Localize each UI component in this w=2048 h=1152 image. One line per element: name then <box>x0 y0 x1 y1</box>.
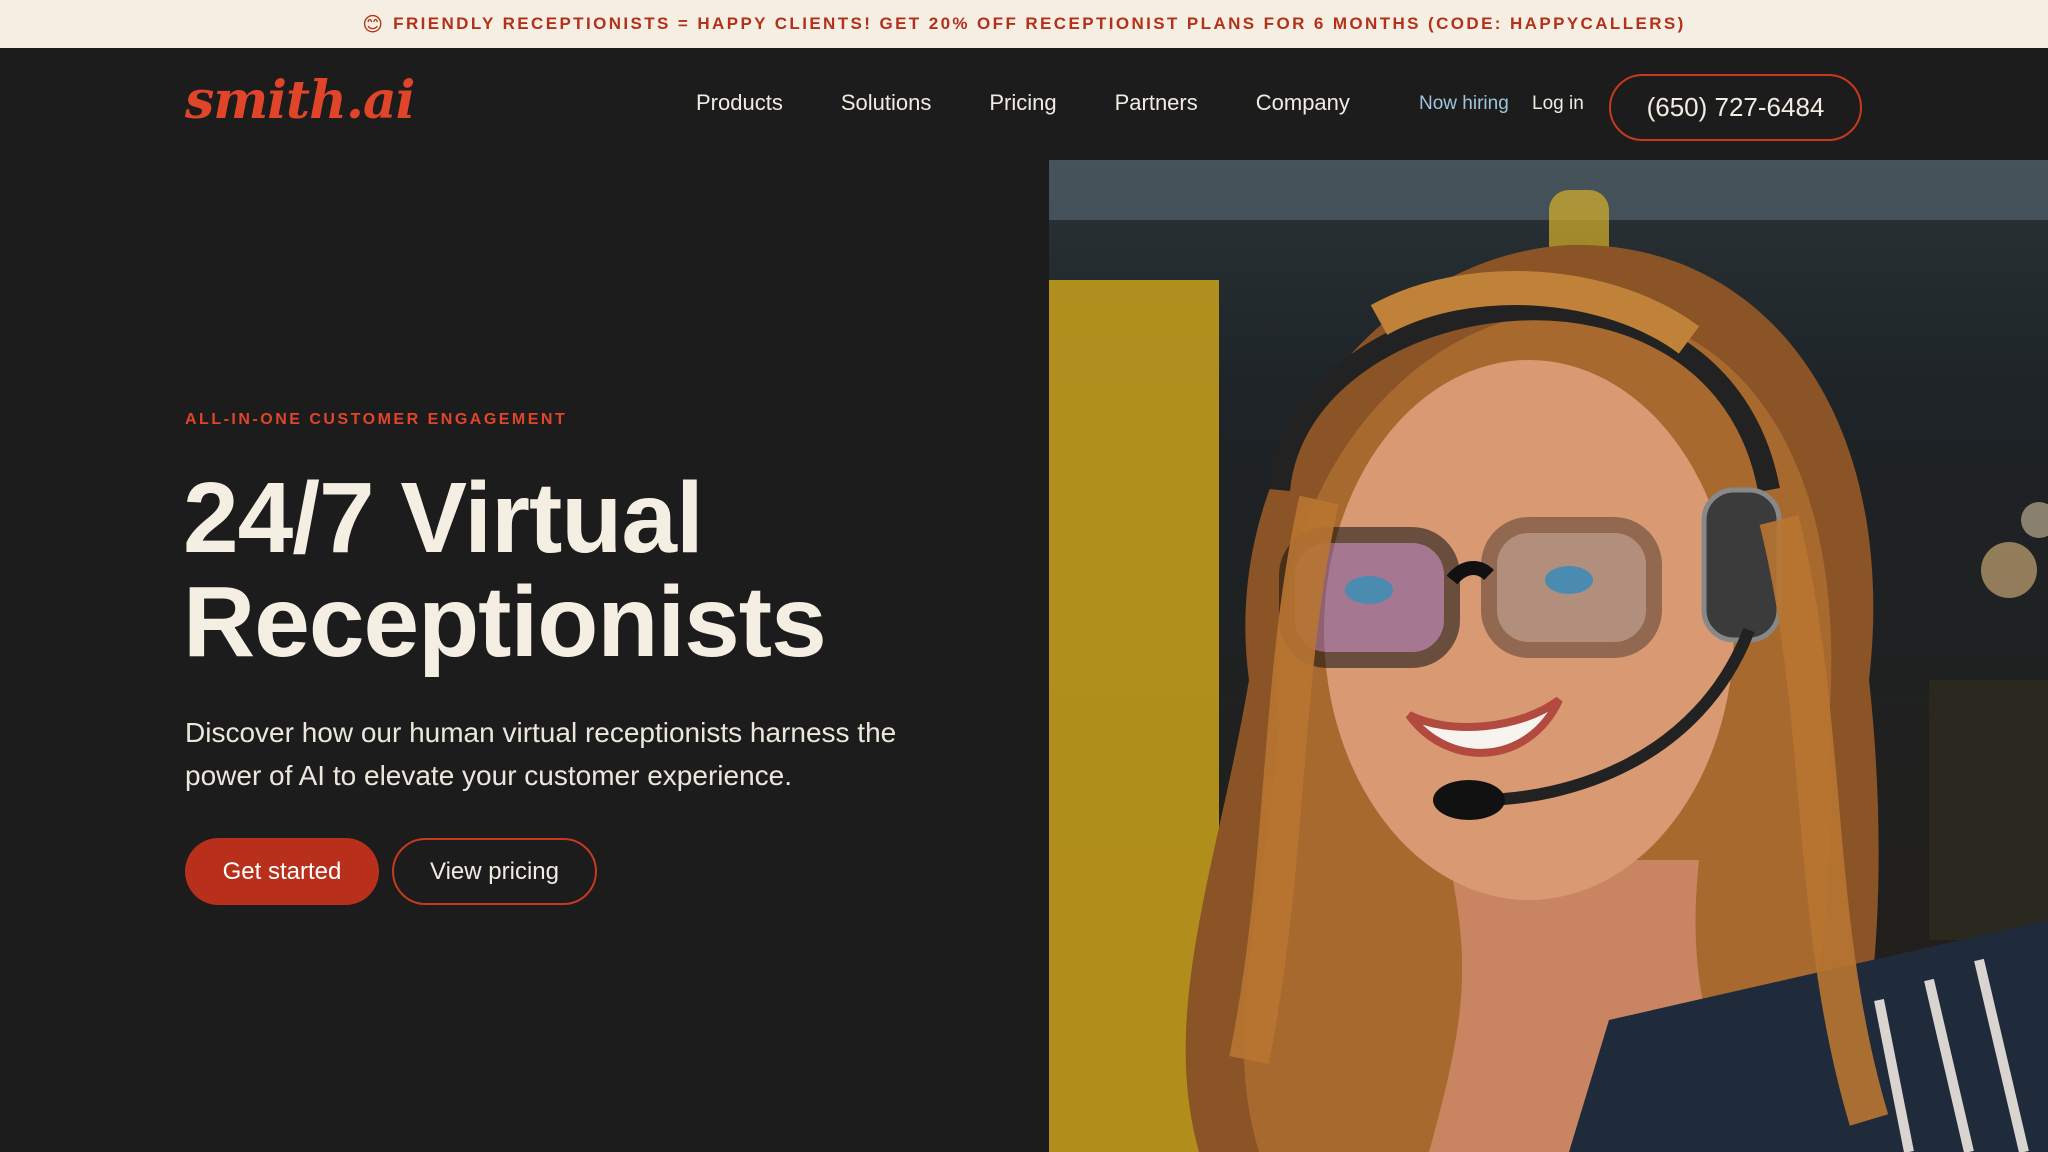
hero-photo <box>1049 160 2048 1152</box>
nav-solutions[interactable]: Solutions <box>841 90 932 116</box>
hero-headline: 24/7 Virtual Receptionists <box>183 466 1083 674</box>
nav-company[interactable]: Company <box>1256 90 1350 116</box>
hero-subtext: Discover how our human virtual reception… <box>185 717 897 791</box>
headline-line-2: Receptionists <box>183 566 827 678</box>
receptionist-illustration <box>1049 160 2048 1152</box>
get-started-button[interactable]: Get started <box>185 838 379 905</box>
nav-partners[interactable]: Partners <box>1115 90 1198 116</box>
now-hiring-link[interactable]: Now hiring <box>1419 93 1509 115</box>
page: 😊 FRIENDLY RECEPTIONISTS = HAPPY CLIENTS… <box>0 0 2048 1152</box>
promo-text: FRIENDLY RECEPTIONISTS = HAPPY CLIENTS! … <box>393 14 1686 33</box>
headline-line-1: 24/7 Virtual <box>183 462 704 574</box>
view-pricing-button[interactable]: View pricing <box>392 838 597 905</box>
logo[interactable]: smith.ai <box>185 70 415 131</box>
promo-banner[interactable]: 😊 FRIENDLY RECEPTIONISTS = HAPPY CLIENTS… <box>0 0 2048 48</box>
smile-emoji-icon: 😊 <box>362 13 384 36</box>
hero-eyebrow: ALL-IN-ONE CUSTOMER ENGAGEMENT <box>185 411 568 428</box>
login-link[interactable]: Log in <box>1532 93 1584 115</box>
main-nav: Products Solutions Pricing Partners Comp… <box>696 90 1350 116</box>
nav-products[interactable]: Products <box>696 90 783 116</box>
site-header: smith.ai Products Solutions Pricing Part… <box>0 48 2048 160</box>
phone-button[interactable]: (650) 727-6484 <box>1609 74 1862 141</box>
nav-pricing[interactable]: Pricing <box>989 90 1056 116</box>
